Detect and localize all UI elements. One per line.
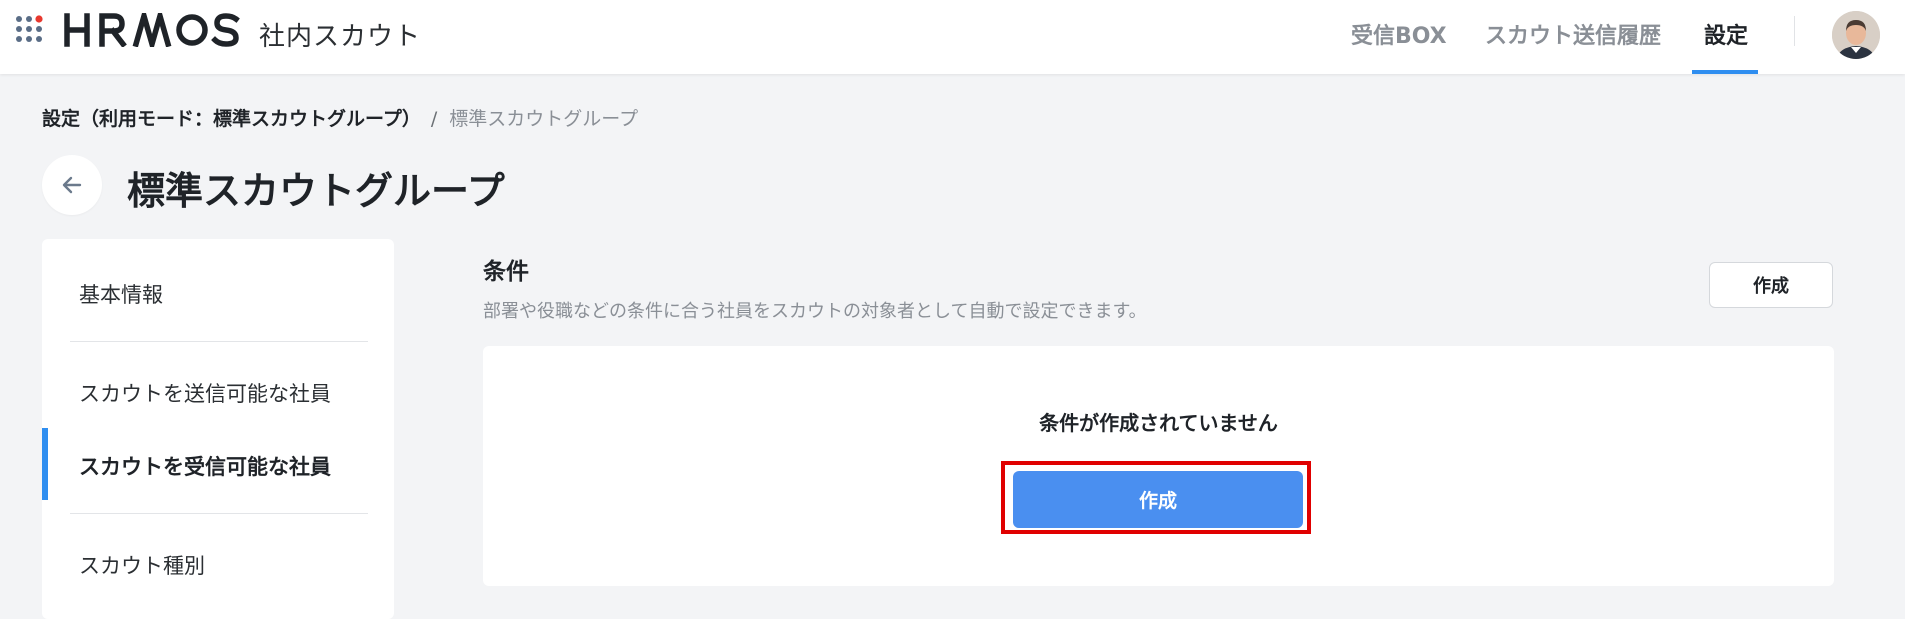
empty-create-button[interactable]: 作成 bbox=[1013, 471, 1303, 528]
nav-active-indicator bbox=[1692, 70, 1758, 74]
breadcrumb: 設定（利用モード：標準スカウトグループ） / 標準スカウトグループ bbox=[42, 104, 638, 131]
menu-item-send-employees[interactable]: スカウトを送信可能な社員 bbox=[79, 378, 331, 408]
header-divider bbox=[1794, 16, 1795, 46]
side-menu: 基本情報 スカウトを送信可能な社員 スカウトを受信可能な社員 スカウト種別 bbox=[42, 239, 394, 619]
create-condition-button[interactable]: 作成 bbox=[1709, 262, 1833, 308]
top-header: 社内スカウト 受信BOX スカウト送信履歴 設定 bbox=[0, 0, 1905, 74]
user-avatar[interactable] bbox=[1832, 11, 1880, 59]
menu-item-receive-employees[interactable]: スカウトを受信可能な社員 bbox=[79, 451, 331, 481]
conditions-title: 条件 bbox=[483, 259, 529, 285]
nav-inbox[interactable]: 受信BOX bbox=[1351, 18, 1447, 50]
nav-scout-history[interactable]: スカウト送信履歴 bbox=[1485, 18, 1661, 50]
hrmos-logo[interactable] bbox=[64, 13, 244, 47]
menu-item-scout-type[interactable]: スカウト種別 bbox=[79, 550, 205, 580]
menu-divider bbox=[70, 341, 368, 342]
product-name: 社内スカウト bbox=[259, 22, 422, 52]
empty-state-message: 条件が作成されていません bbox=[1039, 411, 1278, 435]
conditions-empty-card: 条件が作成されていません 作成 bbox=[483, 346, 1834, 586]
menu-active-indicator bbox=[42, 428, 48, 500]
back-arrow-icon bbox=[62, 176, 82, 194]
apps-grid-icon[interactable] bbox=[15, 15, 45, 45]
breadcrumb-parent-link[interactable]: 設定（利用モード：標準スカウトグループ） bbox=[42, 108, 421, 130]
back-button[interactable] bbox=[42, 155, 102, 215]
conditions-description: 部署や役職などの条件に合う社員をスカウトの対象者として自動で設定できます。 bbox=[483, 301, 1147, 322]
breadcrumb-current: 標準スカウトグループ bbox=[449, 108, 639, 130]
menu-item-basic-info[interactable]: 基本情報 bbox=[79, 279, 163, 309]
nav-settings[interactable]: 設定 bbox=[1704, 18, 1748, 50]
page-title: 標準スカウトグループ bbox=[127, 169, 505, 213]
breadcrumb-separator: / bbox=[430, 108, 438, 130]
menu-divider bbox=[70, 513, 368, 514]
